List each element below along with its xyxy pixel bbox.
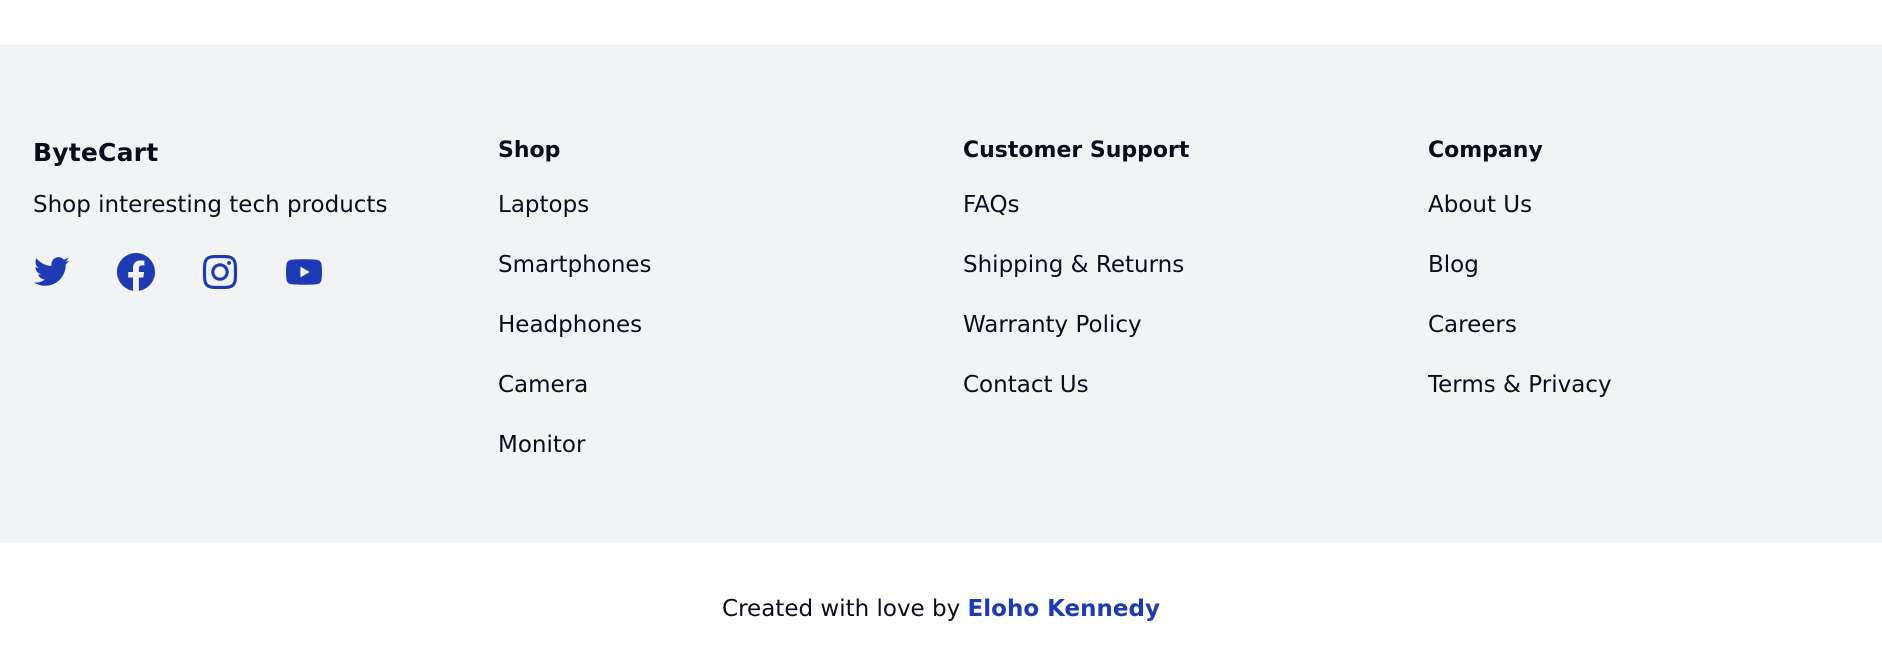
support-column: Customer Support FAQs Shipping & Returns… bbox=[963, 137, 1189, 431]
list-item: Blog bbox=[1428, 251, 1612, 311]
instagram-icon bbox=[203, 255, 237, 289]
author-link[interactable]: Eloho Kennedy bbox=[968, 596, 1160, 622]
link-terms-privacy[interactable]: Terms & Privacy bbox=[1428, 372, 1612, 398]
company-links: About Us Blog Careers Terms & Privacy bbox=[1428, 191, 1612, 431]
list-item: About Us bbox=[1428, 191, 1612, 251]
footer: ByteCart Shop interesting tech products bbox=[0, 45, 1882, 543]
list-item: Camera bbox=[498, 371, 652, 431]
link-about-us[interactable]: About Us bbox=[1428, 192, 1532, 218]
youtube-icon bbox=[286, 259, 322, 285]
list-item: Contact Us bbox=[963, 371, 1189, 431]
company-heading: Company bbox=[1428, 138, 1543, 163]
twitter-icon bbox=[34, 257, 70, 286]
list-item: Headphones bbox=[498, 311, 652, 371]
list-item: Warranty Policy bbox=[963, 311, 1189, 371]
twitter-link[interactable] bbox=[33, 253, 71, 291]
credit-prefix: Created with love by bbox=[722, 596, 961, 622]
list-item: FAQs bbox=[963, 191, 1189, 251]
facebook-icon bbox=[117, 253, 155, 291]
link-contact-us[interactable]: Contact Us bbox=[963, 372, 1089, 398]
link-headphones[interactable]: Headphones bbox=[498, 312, 642, 338]
shop-heading: Shop bbox=[498, 138, 561, 163]
instagram-link[interactable] bbox=[201, 253, 239, 291]
list-item: Monitor bbox=[498, 431, 652, 491]
shop-column: Shop Laptops Smartphones Headphones Came… bbox=[498, 137, 652, 491]
link-faqs[interactable]: FAQs bbox=[963, 192, 1020, 218]
list-item: Careers bbox=[1428, 311, 1612, 371]
list-item: Laptops bbox=[498, 191, 652, 251]
support-links: FAQs Shipping & Returns Warranty Policy … bbox=[963, 191, 1189, 431]
credit-line: Created with love by Eloho Kennedy bbox=[0, 594, 1882, 624]
social-links bbox=[33, 253, 387, 291]
shop-links: Laptops Smartphones Headphones Camera Mo… bbox=[498, 191, 652, 491]
list-item: Terms & Privacy bbox=[1428, 371, 1612, 431]
link-smartphones[interactable]: Smartphones bbox=[498, 252, 652, 278]
brand-column: ByteCart Shop interesting tech products bbox=[33, 137, 387, 291]
link-monitor[interactable]: Monitor bbox=[498, 432, 585, 458]
facebook-link[interactable] bbox=[117, 253, 155, 291]
link-camera[interactable]: Camera bbox=[498, 372, 588, 398]
list-item: Smartphones bbox=[498, 251, 652, 311]
link-blog[interactable]: Blog bbox=[1428, 252, 1479, 278]
brand-tagline: Shop interesting tech products bbox=[33, 192, 388, 218]
link-careers[interactable]: Careers bbox=[1428, 312, 1517, 338]
link-shipping-returns[interactable]: Shipping & Returns bbox=[963, 252, 1184, 278]
link-laptops[interactable]: Laptops bbox=[498, 192, 589, 218]
brand-name: ByteCart bbox=[33, 138, 159, 167]
youtube-link[interactable] bbox=[285, 253, 323, 291]
support-heading: Customer Support bbox=[963, 138, 1190, 163]
link-warranty-policy[interactable]: Warranty Policy bbox=[963, 312, 1142, 338]
list-item: Shipping & Returns bbox=[963, 251, 1189, 311]
company-column: Company About Us Blog Careers Terms & Pr… bbox=[1428, 137, 1612, 431]
